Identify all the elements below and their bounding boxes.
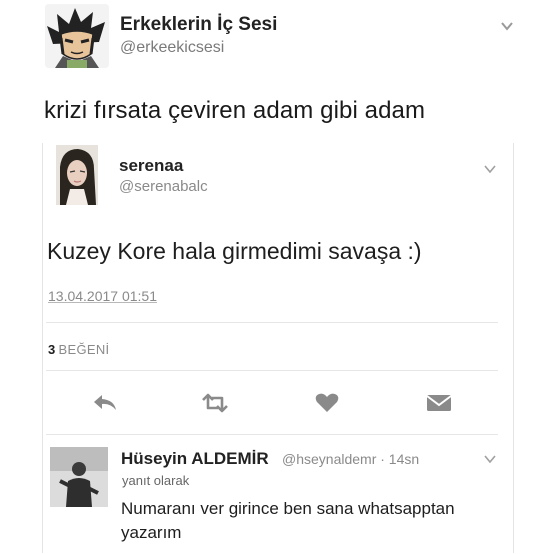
divider [46,322,498,323]
likes-label: BEĞENİ [58,342,110,357]
reply-display-name[interactable]: Hüseyin ALDEMİR [121,449,269,469]
quoted-tweet-timestamp[interactable]: 13.04.2017 01:51 [48,288,157,304]
quoted-tweet-text: Kuzey Kore hala girmedimi savaşa :) [47,238,422,264]
quoted-handle[interactable]: @serenabalc [119,178,208,195]
divider [46,370,498,371]
message-icon[interactable] [426,392,452,414]
divider [46,434,498,435]
outer-handle[interactable]: @erkeekicsesi [120,39,224,57]
quoted-tweet-card [42,143,514,553]
chevron-down-icon[interactable] [500,19,514,33]
reply-handle-and-time[interactable]: @hseynaldemr · 14sn [282,451,419,467]
quoted-display-name[interactable]: serenaa [119,156,183,176]
quoted-avatar[interactable] [56,145,98,205]
outer-tweet-text: krizi fırsata çeviren adam gibi adam [44,97,426,124]
chevron-down-icon[interactable] [484,452,496,464]
retweet-icon[interactable] [200,392,230,414]
reply-avatar[interactable] [50,447,108,507]
outer-display-name[interactable]: Erkeklerin İç Sesi [120,14,277,36]
reply-context: yanıt olarak [122,473,190,488]
like-icon[interactable] [314,392,340,414]
chevron-down-icon[interactable] [484,162,496,174]
outer-avatar[interactable] [45,4,109,68]
reply-icon[interactable] [92,392,118,414]
likes-count: 3 [48,342,56,357]
likes-row[interactable]: 3 BEĞENİ [48,342,109,357]
reply-text: Numaranı ver girince ben sana whatsappta… [121,499,455,542]
